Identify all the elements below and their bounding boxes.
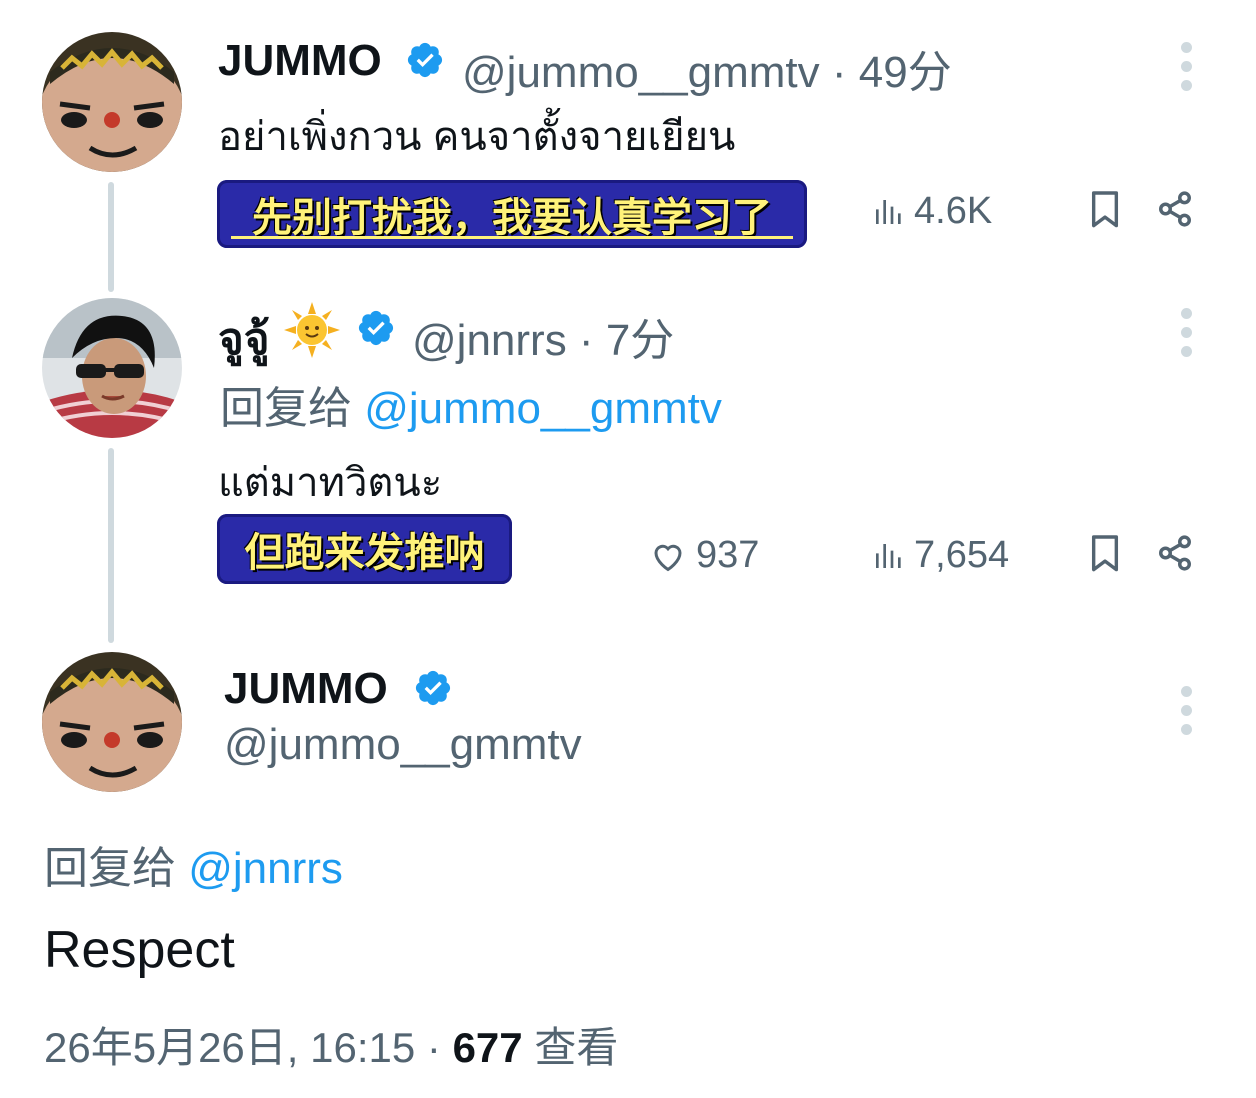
views-button[interactable]: 4.6K: [872, 190, 992, 233]
reply-to-line: 回复给 @jummo__gmmtv: [220, 384, 722, 433]
verified-badge-icon: [358, 310, 394, 346]
avatar-jummo[interactable]: [42, 652, 182, 792]
bookmark-icon[interactable]: [1088, 190, 1122, 230]
thread-line-1: [108, 182, 114, 292]
reply-to-line: 回复给 @jnnrrs: [44, 844, 343, 893]
verified-badge-icon: [407, 42, 443, 78]
avatar-jummo[interactable]: [42, 32, 182, 172]
author-handle[interactable]: @jummo__gmmtv: [224, 720, 582, 770]
more-options-icon[interactable]: [1180, 42, 1192, 92]
share-icon[interactable]: [1156, 534, 1194, 572]
tweet-text: Respect: [44, 921, 235, 979]
bookmark-icon[interactable]: [1088, 534, 1122, 574]
views-count: 4.6K: [914, 190, 993, 232]
likes-count: 937: [696, 534, 760, 576]
author-name[interactable]: จูจู้: [218, 304, 270, 374]
reply-mention-link[interactable]: @jnnrrs: [188, 844, 343, 893]
view-label: 查看: [534, 1024, 619, 1071]
tweet-media-banner[interactable]: 先别打扰我，我要认真学习了: [217, 180, 807, 248]
tweet-text: แต่มาทวิตนะ: [218, 461, 443, 505]
sun-emoji-icon: [284, 302, 340, 358]
tweet-text: อย่าเพิ่งกวน คนจาตั้งจายเยียน: [218, 115, 736, 159]
thread-line-2: [108, 448, 114, 643]
author-name[interactable]: JUMMO: [224, 664, 388, 714]
avatar-jnnrrs[interactable]: [42, 298, 182, 438]
more-options-icon[interactable]: [1180, 686, 1192, 736]
views-count: 7,654: [914, 534, 1010, 576]
timestamp[interactable]: 26年5月26日, 16:15: [44, 1024, 415, 1071]
views-icon: [876, 199, 901, 224]
reply-mention-link[interactable]: @jummo__gmmtv: [364, 384, 722, 433]
verified-badge-icon: [415, 670, 451, 706]
like-button[interactable]: 937: [650, 534, 759, 577]
view-count: 677: [452, 1024, 523, 1071]
author-name[interactable]: JUMMO: [218, 36, 382, 86]
views-button[interactable]: 7,654: [872, 534, 1009, 577]
tweet-meta: 26年5月26日, 16:15 · 677 查看: [44, 1024, 619, 1071]
author-handle[interactable]: @jnnrrs · 7分: [412, 304, 674, 368]
share-icon[interactable]: [1156, 190, 1194, 228]
views-icon: [876, 543, 901, 568]
banner-caption: 先别打扰我，我要认真学习了: [252, 194, 772, 241]
more-options-icon[interactable]: [1180, 308, 1192, 358]
author-handle[interactable]: @jummo__gmmtv · 49分: [462, 36, 952, 100]
tweet-media-banner[interactable]: 但跑来发推呐: [217, 514, 512, 584]
like-icon: [654, 544, 682, 571]
banner-caption: 但跑来发推呐: [244, 529, 485, 576]
